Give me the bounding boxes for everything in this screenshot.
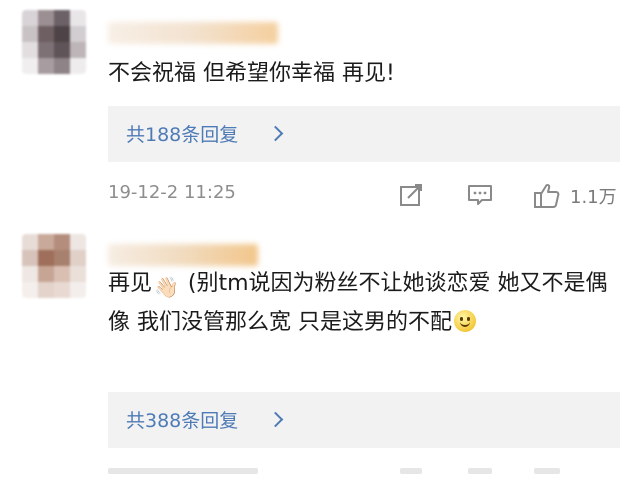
chevron-right-icon xyxy=(267,411,284,428)
edit-icon xyxy=(400,184,422,206)
view-replies-button[interactable]: 共388条回复 xyxy=(108,392,620,448)
thumbs-up-icon xyxy=(534,183,560,208)
comment-button[interactable] xyxy=(466,182,494,208)
username-blurred[interactable] xyxy=(108,244,258,266)
waving-hand-emoji: 👋🏻 xyxy=(154,275,179,299)
like-button[interactable]: 1.1万 xyxy=(532,182,617,208)
username-blurred[interactable] xyxy=(108,22,278,44)
comment-text: 再见 👋🏻 (别tm说因为粉丝不让她谈恋爱 她又不是偶像 我们没管那么宽 只是这男… xyxy=(108,266,616,341)
view-replies-button[interactable]: 共188条回复 xyxy=(108,106,620,162)
comment-icon xyxy=(468,185,492,205)
replies-count-label: 共188条回复 xyxy=(126,124,239,146)
like-count: 1.1万 xyxy=(570,187,617,208)
comment-meta-cutoff xyxy=(108,468,628,478)
comment-text: 不会祝福 但希望你幸福 再见! xyxy=(108,61,395,86)
timestamp: 19-12-2 11:25 xyxy=(108,182,236,203)
comment-text-part: 再见 xyxy=(108,271,153,296)
avatar[interactable] xyxy=(22,234,86,298)
smile-emoji xyxy=(454,310,476,332)
avatar[interactable] xyxy=(22,10,86,74)
replies-count-label: 共388条回复 xyxy=(126,410,239,432)
comment-text-part: (别tm说因为粉丝不让她谈恋爱 她又不是偶像 我们没管那么宽 只是这男的不配 xyxy=(108,271,608,335)
comment-item: 再见 👋🏻 (别tm说因为粉丝不让她谈恋爱 她又不是偶像 我们没管那么宽 只是这男… xyxy=(0,222,640,475)
comment-item: 不会祝福 但希望你幸福 再见! 共188条回复 19-12-2 11:25 1.… xyxy=(0,0,640,222)
comment-meta: 19-12-2 11:25 1.1万 xyxy=(108,182,628,210)
chevron-right-icon xyxy=(267,125,284,142)
repost-button[interactable] xyxy=(398,182,424,208)
